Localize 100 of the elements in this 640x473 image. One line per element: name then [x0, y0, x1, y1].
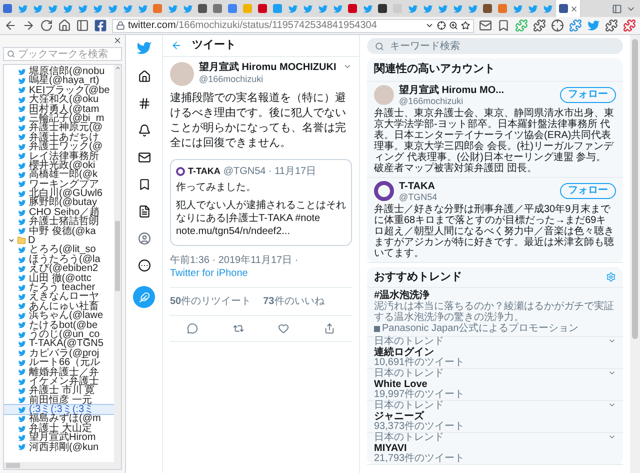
bookmark-item[interactable]: えび(@ebiben2	[4, 264, 114, 274]
settings-icon[interactable]	[606, 272, 616, 282]
account-name[interactable]: T-TAKA	[399, 180, 555, 192]
reply-icon[interactable]	[187, 323, 198, 334]
back-arrow-icon[interactable]	[171, 40, 182, 51]
extension-icon[interactable]	[533, 19, 546, 32]
bird-logo-icon[interactable]	[136, 40, 152, 56]
search-field[interactable]: キーワード検索	[367, 38, 623, 54]
bookmark-star-icon[interactable]	[461, 21, 470, 30]
bookmark-icon[interactable]	[138, 178, 150, 191]
scroll-thumb[interactable]	[115, 221, 120, 291]
close-icon[interactable]	[570, 4, 578, 12]
bookmark-item[interactable]: うのじ(@un_co	[4, 330, 114, 340]
mail-icon[interactable]	[138, 151, 150, 164]
more-icon[interactable]	[138, 259, 150, 272]
extension-icon[interactable]	[551, 19, 564, 32]
hashtag-icon[interactable]	[138, 97, 150, 110]
share-icon[interactable]	[324, 323, 335, 334]
bookmark-item[interactable]: 高橋雄一郎(@k	[4, 170, 114, 180]
extension-icon[interactable]	[605, 19, 618, 32]
scroll-thumb[interactable]	[6, 463, 20, 468]
bookmark-item[interactable]: (:3ミ(:3ミ(:3ミ	[4, 405, 114, 414]
bookmark-item[interactable]: ほうたろう(@la	[4, 254, 114, 264]
bookmark-item[interactable]: 弁護士 市川 寛	[4, 386, 114, 396]
bookmark-item[interactable]: 離婚弁護士／弁	[4, 368, 114, 377]
stat-count[interactable]: 73件のいいね	[263, 294, 324, 309]
account-handle[interactable]: @166mochizuki	[399, 96, 555, 106]
bookmark-item[interactable]: 望月宣武Hirom	[4, 433, 114, 443]
reload-icon[interactable]	[40, 19, 53, 32]
trend-item[interactable]: 日本のトレンド 連続ログイン 10,691件のツイート	[367, 337, 623, 369]
scroll-thumb[interactable]	[632, 39, 638, 339]
trend-item[interactable]: 日本のトレンド White Love 19,997件のツイート	[367, 369, 623, 401]
bookmark-item[interactable]: 田村勇人(@tam	[4, 104, 114, 114]
bookmark-item[interactable]: とろろ(@lit_so	[4, 245, 114, 255]
bookmark-item[interactable]: 堀原信郎(@nobu	[4, 67, 114, 76]
bookmark-item[interactable]: 嗚星(@haya_rt)	[4, 76, 114, 86]
bookmark-item[interactable]: 中野 俊德(@ka	[4, 226, 114, 236]
trend-item[interactable]: 日本のトレンド ジャニーズ 93,373件のツイート	[367, 401, 623, 433]
bookmark-item[interactable]: 北白川(@GUwl6	[4, 189, 114, 198]
bookmark-item[interactable]: 弁護士神原元(@	[4, 123, 114, 133]
bookmark-item[interactable]: ワーキングプア	[4, 180, 114, 190]
compose-button[interactable]	[133, 286, 155, 308]
bookmark-item[interactable]: えきなんローヤ	[4, 292, 114, 302]
bookmark-item[interactable]: 前田恒彦 一元	[4, 396, 114, 406]
extension-icon[interactable]	[497, 19, 510, 32]
tab-list-icon[interactable]	[612, 4, 622, 14]
list-icon[interactable]	[138, 205, 150, 218]
bookmark-item[interactable]: 河西邦剛(@kun	[4, 442, 114, 452]
profile-icon[interactable]	[138, 232, 150, 245]
author-handle[interactable]: @166mochizuki	[199, 74, 338, 85]
dropdown-icon[interactable]	[425, 21, 434, 30]
home-icon[interactable]	[138, 70, 150, 83]
page-scrollbar[interactable]	[630, 35, 640, 473]
bookmark-item[interactable]: あんにゅい社畜	[4, 302, 114, 312]
horizontal-scrollbar[interactable]	[4, 462, 121, 469]
bookmark-item[interactable]: レイ法律事務所	[4, 152, 114, 161]
bookmark-item[interactable]: イケメン弁護士	[4, 376, 114, 386]
bookmark-item[interactable]: ルート66（元ル	[4, 358, 114, 368]
promoted-trend[interactable]: #温水泡洗浄 泥汚れは本当に落ちるのか？綾瀬はるかがガチで実証する温水泡洗浄の驚きの洗浄力。 Panasonic Japan公式によるプロモーション	[367, 288, 623, 337]
bookmark-item[interactable]: 弁護士あだちけ	[4, 132, 114, 142]
extension-icon[interactable]	[569, 19, 582, 32]
extension-icon[interactable]	[479, 19, 492, 32]
bookmark-item[interactable]: たろう teacher	[4, 282, 114, 292]
bookmark-item[interactable]: 弁護士 大山定	[4, 424, 114, 434]
bookmark-item[interactable]: 山田 徹(@ottc	[4, 274, 114, 283]
target-icon[interactable]	[437, 21, 446, 30]
bookmark-item[interactable]: 櫻井光政(@oki	[4, 160, 114, 170]
zoom-icon[interactable]	[449, 21, 458, 30]
account-handle[interactable]: @TGN54	[399, 192, 555, 202]
extension-icon[interactable]	[623, 19, 636, 32]
browser-tab[interactable]	[555, 0, 581, 17]
trend-item[interactable]: 日本のトレンド MIYAVI 21,793件のツイート	[367, 433, 623, 465]
bookmark-item[interactable]: たけるbot(@be	[4, 320, 114, 330]
sidebar-toggle-icon[interactable]	[76, 19, 89, 32]
author-name[interactable]: 望月宣武 Hiromu MOCHIZUKI	[199, 62, 338, 74]
bookmark-item[interactable]: 福島みずほ(@m	[4, 414, 114, 424]
bookmark-item[interactable]: 大窪和久(@oku	[4, 95, 114, 105]
account-name[interactable]: 望月宣武 Hiromu MO...	[399, 84, 555, 96]
avatar-ring-icon[interactable]	[374, 181, 394, 201]
bookmark-item[interactable]: 豚野郎(@butay	[4, 198, 114, 208]
home-icon[interactable]	[58, 19, 71, 32]
scroll-up-icon[interactable]	[114, 65, 120, 71]
quoted-tweet[interactable]: T-TAKA @TGN54 · 11月17日 作ってみました。 犯人でない人が逮捕されることはそれなりにある|弁護士T-TAKA #note note.mu/tgn54/n/ndeef2...	[170, 159, 352, 246]
scrollbar[interactable]	[114, 65, 121, 462]
bookmark-item[interactable]: カピバラ(@proj	[4, 348, 114, 358]
close-icon[interactable]	[113, 36, 122, 45]
stat-count[interactable]: 50件のリツイート	[170, 294, 252, 309]
retweet-icon[interactable]	[232, 323, 244, 334]
bird-icon[interactable]	[587, 19, 600, 32]
bookmark-item[interactable]: 弁護士猪詰哲朗	[4, 217, 114, 227]
bell-icon[interactable]	[138, 124, 150, 137]
bookmark-item[interactable]: 弁護士ワック(@	[4, 142, 114, 152]
caret-icon[interactable]	[8, 237, 15, 244]
bookmark-item[interactable]: 浜ちゃん(@lawe	[4, 311, 114, 321]
back-icon[interactable]	[4, 19, 17, 32]
folder-item[interactable]: D	[4, 236, 114, 246]
facebook-icon[interactable]	[94, 19, 107, 32]
bookmark-item[interactable]: T-TAKA(@TGN5	[4, 339, 114, 349]
like-icon[interactable]	[278, 323, 290, 334]
address-bar[interactable]: twitter.com/166mochizuki/status/1195742534841954304	[112, 18, 474, 32]
